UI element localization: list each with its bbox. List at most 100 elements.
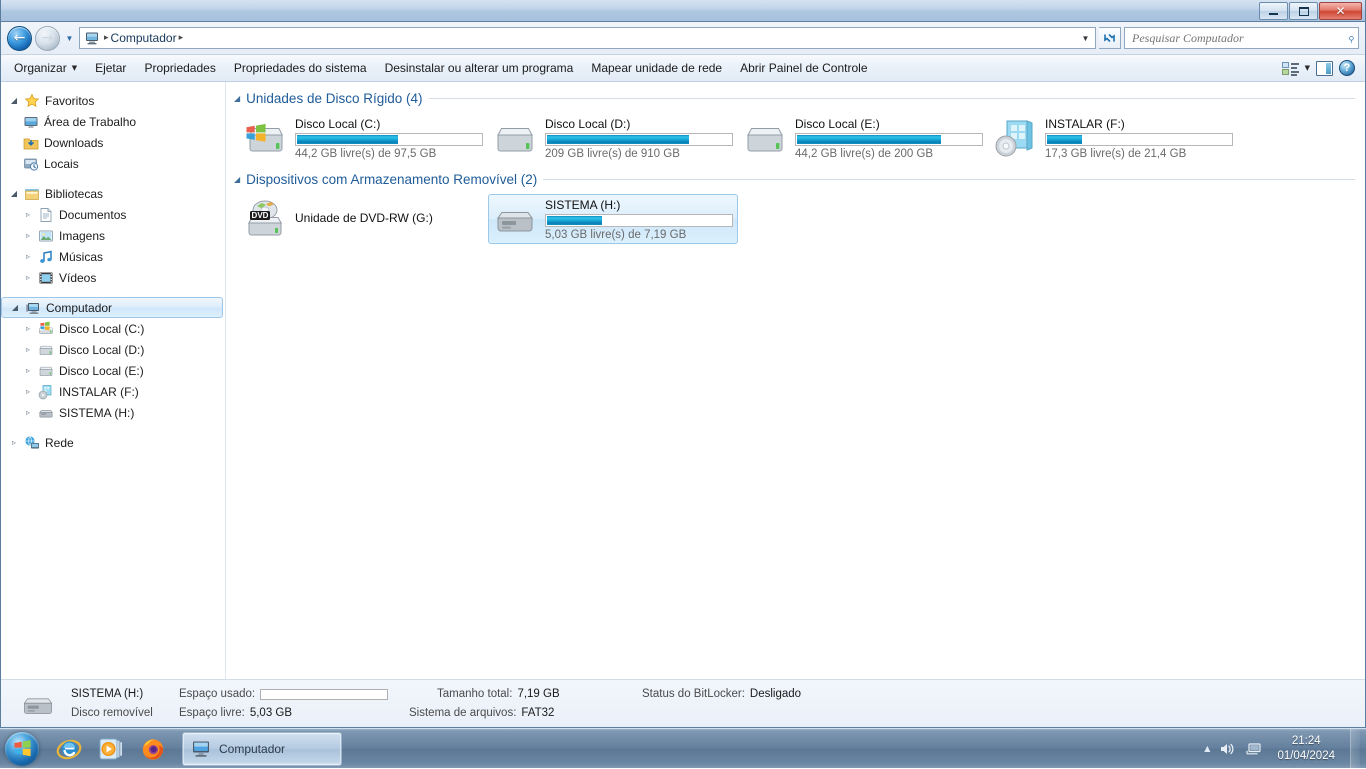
nav-group-computador: ◢ Computador ▹ Disco Local (C:) ▹ — [1, 297, 225, 423]
capacity-fill — [1047, 135, 1082, 144]
back-button[interactable]: ← — [7, 26, 32, 51]
twisty-expanded-icon[interactable]: ◢ — [9, 96, 19, 105]
sidebar-item-label: Favoritos — [45, 94, 94, 108]
toolbar-label: Mapear unidade de rede — [591, 61, 722, 75]
sidebar-item-videos[interactable]: ▹ Vídeos — [1, 267, 225, 288]
start-button[interactable] — [2, 730, 42, 768]
minimize-button[interactable] — [1259, 2, 1288, 20]
twisty-collapsed-icon[interactable]: ▹ — [23, 273, 33, 282]
twisty-collapsed-icon[interactable]: ▹ — [23, 345, 33, 354]
navigation-pane[interactable]: ◢ Favoritos Área de Trabalho — [1, 82, 226, 679]
sidebar-item-musicas[interactable]: ▹ Músicas — [1, 246, 225, 267]
twisty-collapsed-icon[interactable]: ▹ — [23, 210, 33, 219]
network-tray-icon[interactable] — [1245, 741, 1262, 757]
clock-date: 01/04/2024 — [1277, 749, 1335, 764]
quick-launch — [42, 731, 172, 767]
toolbar-item-mapear-unidade-rede[interactable]: Mapear unidade de rede — [582, 57, 731, 79]
chevron-down-icon: ▼ — [72, 64, 77, 72]
help-icon[interactable]: ? — [1339, 60, 1355, 76]
twisty-collapsed-icon[interactable]: ▹ — [23, 408, 33, 417]
hard-drive-icon — [38, 342, 54, 358]
drive-tile-f[interactable]: INSTALAR (F:) 17,3 GB livre(s) de 21,4 G… — [988, 113, 1238, 163]
window-controls: ✕ — [1259, 2, 1362, 20]
sidebar-item-computador[interactable]: ◢ Computador — [1, 297, 223, 318]
taskbar-task-computador[interactable]: Computador — [182, 732, 342, 766]
sidebar-item-area-de-trabalho[interactable]: Área de Trabalho — [1, 111, 225, 132]
file-list-pane[interactable]: ◢ Unidades de Disco Rígido (4) — [226, 82, 1365, 679]
twisty-expanded-icon[interactable]: ◢ — [234, 94, 240, 103]
toolbar-item-propriedades-do-sistema[interactable]: Propriedades do sistema — [225, 57, 376, 79]
window-body: ◢ Favoritos Área de Trabalho — [1, 82, 1365, 679]
address-bar[interactable]: ▸ Computador ▸ ▼ — [79, 27, 1096, 49]
show-desktop-button[interactable] — [1350, 729, 1360, 769]
drive-tile-c[interactable]: Disco Local (C:) 44,2 GB livre(s) de 97,… — [238, 113, 488, 163]
drive-tile-e[interactable]: Disco Local (E:) 44,2 GB livre(s) de 200… — [738, 113, 988, 163]
toolbar-item-propriedades[interactable]: Propriedades — [135, 57, 224, 79]
taskbar-tasks: Computador — [182, 732, 342, 766]
details-used-bar — [260, 689, 388, 700]
twisty-expanded-icon[interactable]: ◢ — [234, 175, 240, 184]
sidebar-item-bibliotecas[interactable]: ◢ Bibliotecas — [1, 183, 225, 204]
twisty-collapsed-icon[interactable]: ▹ — [23, 366, 33, 375]
sidebar-item-rede[interactable]: ▹ Rede — [1, 432, 225, 453]
maximize-button[interactable] — [1289, 2, 1318, 20]
group-header-hard-drives[interactable]: ◢ Unidades de Disco Rígido (4) — [234, 91, 1365, 106]
breadcrumb-separator-end[interactable]: ▸ — [179, 33, 184, 43]
breadcrumb[interactable]: Computador — [109, 31, 179, 45]
show-hidden-icons-button[interactable]: ▲ — [1204, 744, 1210, 753]
sidebar-item-label: Disco Local (C:) — [59, 322, 144, 336]
sidebar-item-documentos[interactable]: ▹ Documentos — [1, 204, 225, 225]
toolbar-item-ejetar[interactable]: Ejetar — [86, 57, 135, 79]
sidebar-item-disco-local-d[interactable]: ▹ Disco Local (D:) — [1, 339, 225, 360]
details-drive-type: Disco removível — [71, 707, 153, 719]
twisty-collapsed-icon[interactable]: ▹ — [23, 252, 33, 261]
music-library-icon — [38, 249, 54, 265]
drive-tile-dvd[interactable]: DVD Unidade de DVD-RW (G:) — [238, 194, 488, 244]
toolbar-item-organizar[interactable]: Organizar ▼ — [5, 57, 86, 79]
toolbar-item-desinstalar-programa[interactable]: Desinstalar ou alterar um programa — [376, 57, 583, 79]
twisty-expanded-icon[interactable]: ◢ — [10, 303, 20, 312]
sidebar-item-locais[interactable]: Locais — [1, 153, 225, 174]
twisty-collapsed-icon[interactable]: ▹ — [9, 438, 19, 447]
sidebar-item-disco-local-e[interactable]: ▹ Disco Local (E:) — [1, 360, 225, 381]
system-drive-icon — [38, 321, 54, 337]
history-dropdown-button[interactable]: ▼ — [63, 27, 76, 49]
sidebar-item-favoritos[interactable]: ◢ Favoritos — [1, 90, 225, 111]
volume-icon[interactable] — [1219, 741, 1236, 757]
drive-tile-d[interactable]: Disco Local (D:) 209 GB livre(s) de 910 … — [488, 113, 738, 163]
toolbar-item-abrir-painel-controle[interactable]: Abrir Painel de Controle — [731, 57, 876, 79]
twisty-collapsed-icon[interactable]: ▹ — [23, 231, 33, 240]
twisty-collapsed-icon[interactable]: ▹ — [23, 324, 33, 333]
sidebar-item-downloads[interactable]: Downloads — [1, 132, 225, 153]
twisty-collapsed-icon[interactable]: ▹ — [23, 387, 33, 396]
close-button[interactable]: ✕ — [1319, 2, 1362, 20]
group-header-removable-devices[interactable]: ◢ Dispositivos com Armazenamento Removív… — [234, 172, 1365, 187]
view-layout-icon[interactable] — [1282, 61, 1299, 76]
search-input[interactable] — [1132, 31, 1348, 46]
view-dropdown-icon[interactable]: ▼ — [1305, 64, 1310, 72]
search-box[interactable]: ⌕ — [1124, 27, 1359, 49]
drive-tiles-removable: DVD Unidade de DVD-RW (G:) — [234, 191, 1365, 244]
drive-tile-h[interactable]: SISTEMA (H:) 5,03 GB livre(s) de 7,19 GB — [488, 194, 738, 244]
sidebar-item-label: Computador — [46, 301, 112, 315]
sidebar-item-imagens[interactable]: ▹ Imagens — [1, 225, 225, 246]
firefox-icon[interactable] — [134, 731, 172, 767]
downloads-folder-icon — [23, 135, 39, 151]
sidebar-item-sistema-h[interactable]: ▹ SISTEMA (H:) — [1, 402, 225, 423]
internet-explorer-icon[interactable] — [50, 731, 88, 767]
drive-name: INSTALAR (F:) — [1045, 117, 1233, 131]
taskbar-clock[interactable]: 21:24 01/04/2024 — [1271, 734, 1341, 764]
address-dropdown-icon[interactable]: ▼ — [1078, 34, 1093, 43]
favorites-star-icon — [24, 93, 40, 109]
windows-media-player-icon[interactable] — [92, 731, 130, 767]
details-free-label: Espaço livre: — [179, 707, 245, 719]
forward-button[interactable]: → — [35, 26, 60, 51]
sidebar-item-instalar-f[interactable]: ▹ INSTALAR (F:) — [1, 381, 225, 402]
drive-info: Disco Local (E:) 44,2 GB livre(s) de 200… — [795, 117, 983, 160]
toolbar-label: Organizar — [14, 61, 67, 75]
twisty-expanded-icon[interactable]: ◢ — [9, 189, 19, 198]
preview-pane-icon[interactable] — [1316, 61, 1333, 76]
sidebar-item-disco-local-c[interactable]: ▹ Disco Local (C:) — [1, 318, 225, 339]
refresh-button[interactable] — [1099, 27, 1121, 49]
computer-icon — [25, 300, 41, 316]
